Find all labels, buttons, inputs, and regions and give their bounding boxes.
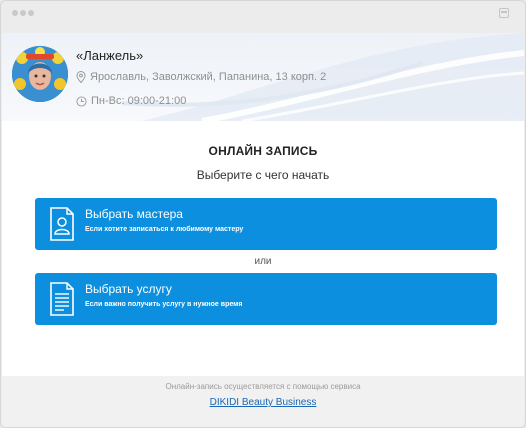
window-control-dot[interactable] [12,10,18,16]
salon-address-row: Ярославль, Заволжский, Папанина, 13 корп… [76,71,326,83]
or-divider-label: или [254,256,272,267]
choose-service-title: Выбрать услугу [85,282,172,296]
page-footer: Онлайн-запись осуществляется с помощью с… [2,376,524,427]
salon-address: Ярославль, Заволжский, Папанина, 13 корп… [90,71,327,83]
salon-header: «Ланжель» Ярославль, Заволжский, Папанин… [2,33,524,121]
choose-service-description: Если важно получить услугу в нужное врем… [85,301,243,308]
choose-master-button[interactable]: Выбрать мастера Если хотите записаться к… [35,198,497,250]
clock-icon [76,95,87,107]
window-control-dot[interactable] [20,10,26,16]
dikidi-link[interactable]: DIKIDI Beauty Business [2,397,524,408]
salon-logo-avatar [12,46,68,102]
location-pin-icon [76,71,86,83]
footer-note: Онлайн-запись осуществляется с помощью с… [165,382,361,391]
browser-window: «Ланжель» Ярославль, Заволжский, Папанин… [0,0,526,428]
salon-name: «Ланжель» [76,48,144,63]
window-control-dot[interactable] [28,10,34,16]
choose-master-description: Если хотите записаться к любимому мастер… [85,226,244,233]
choose-service-button[interactable]: Выбрать услугу Если важно получить услуг… [35,273,497,325]
salon-hours-row: Пн-Вс: 09:00-21:00 [76,95,186,107]
choose-master-title: Выбрать мастера [85,207,183,221]
person-document-icon [50,207,74,241]
window-menu-icon[interactable] [499,8,509,18]
salon-hours: Пн-Вс: 09:00-21:00 [91,95,187,107]
booking-page: «Ланжель» Ярославль, Заволжский, Папанин… [2,33,524,427]
window-titlebar [1,1,525,33]
booking-subtitle: Выберите с чего начать [196,168,330,182]
document-list-icon [50,282,74,316]
booking-title: ОНЛАЙН ЗАПИСЬ [208,144,318,158]
